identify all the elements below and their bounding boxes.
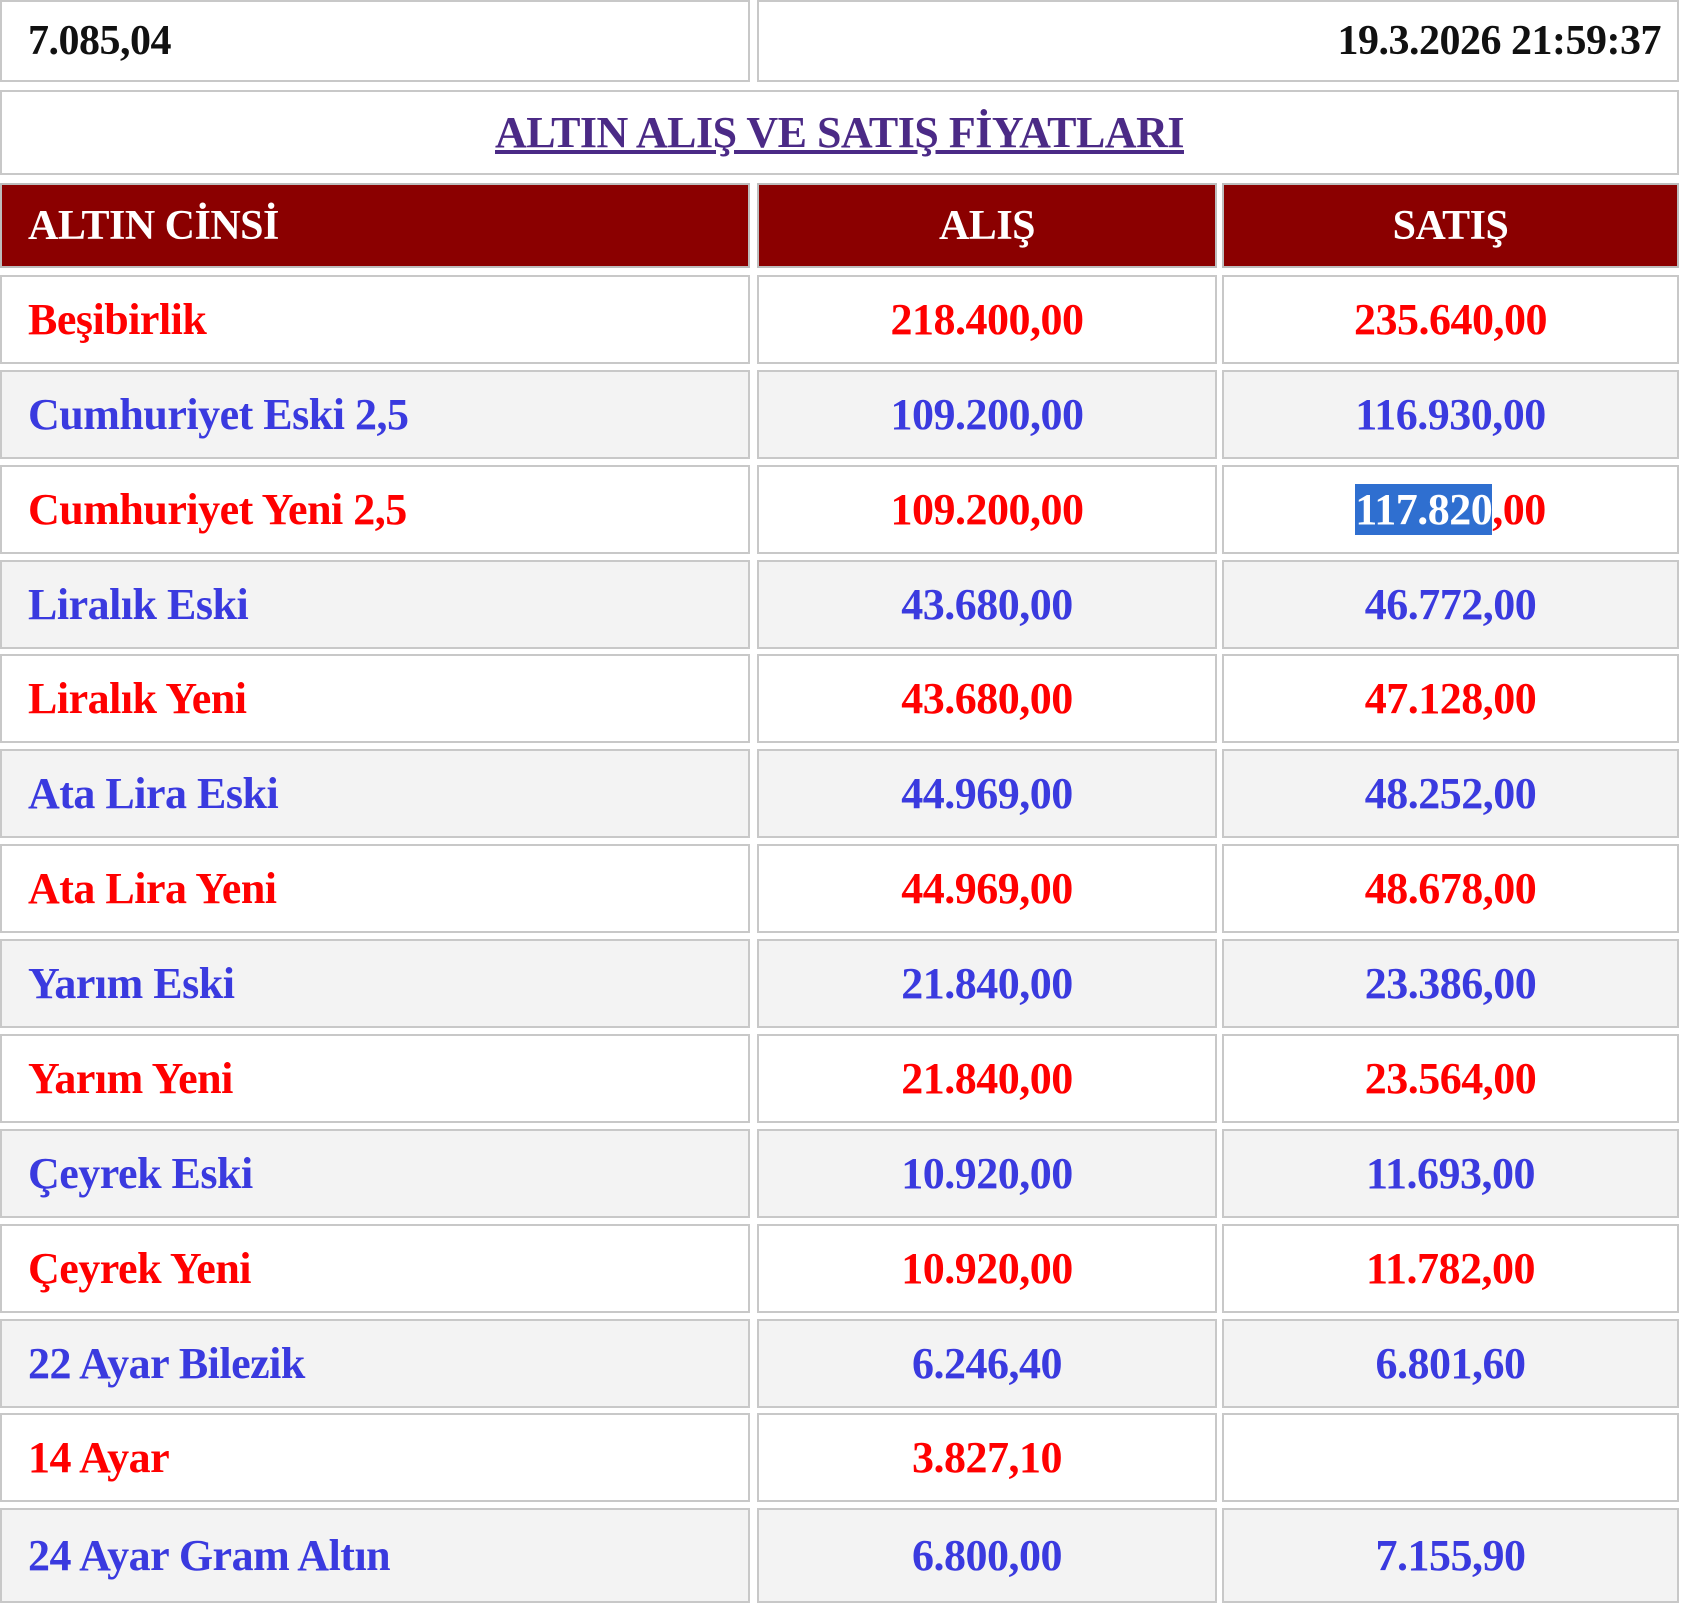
buy-price-cell: 218.400,00: [757, 275, 1217, 364]
buy-price-cell: 6.800,00: [757, 1508, 1217, 1603]
gold-type-cell: Cumhuriyet Eski 2,5: [0, 370, 750, 459]
buy-price-cell: 10.920,00: [757, 1224, 1217, 1313]
buy-price-cell: 3.827,10: [757, 1413, 1217, 1502]
gold-type-cell: 24 Ayar Gram Altın: [0, 1508, 750, 1603]
sell-price-cell: 235.640,00: [1222, 275, 1679, 364]
buy-price-cell: 10.920,00: [757, 1129, 1217, 1218]
buy-price-cell: 109.200,00: [757, 370, 1217, 459]
sell-price-cell: [1222, 1413, 1679, 1502]
sell-price-cell: 47.128,00: [1222, 654, 1679, 743]
gold-type-cell: Çeyrek Eski: [0, 1129, 750, 1218]
sell-price-cell: 6.801,60: [1222, 1319, 1679, 1408]
gold-type-cell: 22 Ayar Bilezik: [0, 1319, 750, 1408]
buy-price-cell: 21.840,00: [757, 939, 1217, 1028]
gold-type-cell: Ata Lira Yeni: [0, 844, 750, 933]
gold-type-cell: Ata Lira Eski: [0, 749, 750, 838]
buy-price-cell: 21.840,00: [757, 1034, 1217, 1123]
sell-price-cell: 46.772,00: [1222, 560, 1679, 649]
gold-type-cell: Beşibirlik: [0, 275, 750, 364]
page-title-link[interactable]: ALTIN ALIŞ VE SATIŞ FİYATLARI: [495, 107, 1184, 158]
update-datetime: 19.3.2026 21:59:37: [757, 0, 1679, 82]
sell-price-cell: 48.678,00: [1222, 844, 1679, 933]
buy-price-cell: 44.969,00: [757, 749, 1217, 838]
unselected-text: ,00: [1492, 485, 1546, 534]
sell-price-cell: 7.155,90: [1222, 1508, 1679, 1603]
sell-price-cell: 116.930,00: [1222, 370, 1679, 459]
buy-price-cell: 43.680,00: [757, 560, 1217, 649]
sell-price-cell: 117.820,00: [1222, 465, 1679, 554]
sell-price-cell: 23.564,00: [1222, 1034, 1679, 1123]
header-buy: ALIŞ: [757, 183, 1217, 268]
selected-text[interactable]: 117.820: [1355, 484, 1493, 535]
gold-type-cell: Cumhuriyet Yeni 2,5: [0, 465, 750, 554]
buy-price-cell: 44.969,00: [757, 844, 1217, 933]
header-sell: SATIŞ: [1222, 183, 1679, 268]
sell-price-cell: 23.386,00: [1222, 939, 1679, 1028]
sell-price-cell: 11.693,00: [1222, 1129, 1679, 1218]
gold-type-cell: Çeyrek Yeni: [0, 1224, 750, 1313]
gold-type-cell: Liralık Yeni: [0, 654, 750, 743]
buy-price-cell: 6.246,40: [757, 1319, 1217, 1408]
buy-price-cell: 109.200,00: [757, 465, 1217, 554]
top-left-value: 7.085,04: [0, 0, 750, 82]
buy-price-cell: 43.680,00: [757, 654, 1217, 743]
sell-price-cell: 11.782,00: [1222, 1224, 1679, 1313]
gold-type-cell: Liralık Eski: [0, 560, 750, 649]
gold-type-cell: 14 Ayar: [0, 1413, 750, 1502]
sell-price-cell: 48.252,00: [1222, 749, 1679, 838]
page-title-cell: ALTIN ALIŞ VE SATIŞ FİYATLARI: [0, 90, 1679, 175]
gold-type-cell: Yarım Eski: [0, 939, 750, 1028]
header-gold-type: ALTIN CİNSİ: [0, 183, 750, 268]
gold-type-cell: Yarım Yeni: [0, 1034, 750, 1123]
